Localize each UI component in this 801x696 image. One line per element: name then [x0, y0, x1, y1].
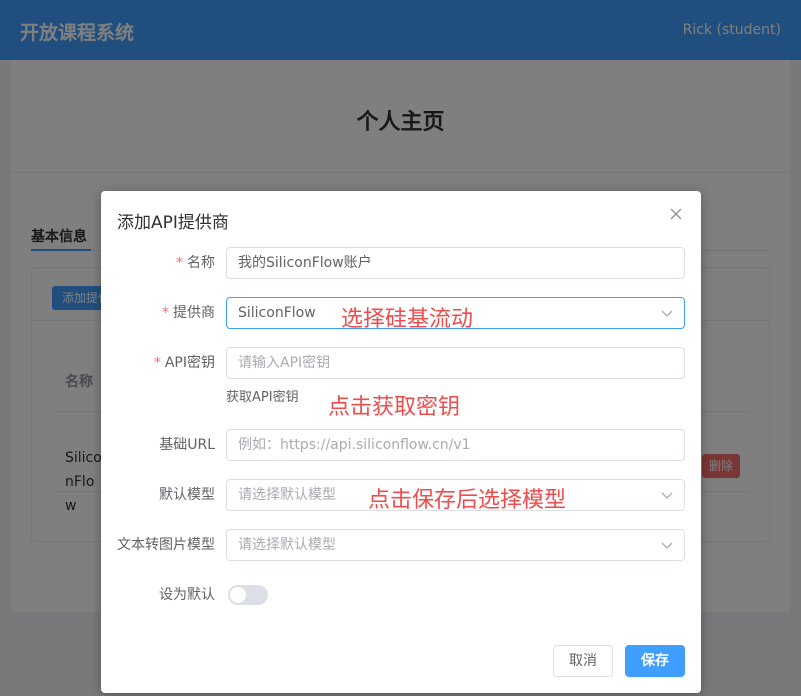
base-url-label: 基础URL [159, 437, 215, 453]
chevron-down-icon [661, 542, 673, 549]
chevron-down-icon [661, 310, 673, 317]
base-url-input[interactable]: 例如：https://api.siliconflow.cn/v1 [226, 429, 685, 461]
image-model-placeholder: 请选择默认模型 [238, 537, 336, 553]
chevron-down-icon [661, 492, 673, 499]
name-input[interactable]: 我的SiliconFlow账户 [226, 247, 685, 279]
get-api-key-link[interactable]: 获取API密钥 [226, 386, 299, 405]
annotation-api-key: 点击获取密钥 [328, 395, 461, 420]
save-button[interactable]: 保存 [625, 645, 685, 677]
image-model-select[interactable]: 请选择默认模型 [226, 529, 685, 561]
default-model-label: 默认模型 [159, 487, 215, 503]
switch-knob [230, 587, 246, 603]
set-default-switch[interactable] [228, 585, 268, 605]
api-key-label: * API密钥 [153, 355, 215, 371]
set-default-label: 设为默认 [159, 587, 215, 603]
required-mark: * [153, 355, 161, 371]
cancel-button[interactable]: 取消 [553, 645, 613, 677]
close-icon[interactable] [669, 207, 683, 221]
annotation-provider: 选择硅基流动 [341, 307, 474, 332]
image-model-label: 文本转图片模型 [117, 537, 215, 553]
default-model-placeholder: 请选择默认模型 [238, 487, 336, 503]
provider-select-value: SiliconFlow [238, 305, 316, 321]
name-label: * 名称 [176, 255, 215, 271]
api-key-input[interactable]: 请输入API密钥 [226, 347, 685, 379]
provider-label: * 提供商 [162, 305, 215, 321]
required-mark: * [162, 305, 169, 321]
annotation-model: 点击保存后选择模型 [368, 488, 567, 513]
required-mark: * [176, 255, 183, 271]
dialog-title: 添加API提供商 [117, 213, 229, 233]
add-provider-dialog: 添加API提供商 * 名称 我的SiliconFlow账户 * 提供商 Silico… [101, 191, 701, 693]
